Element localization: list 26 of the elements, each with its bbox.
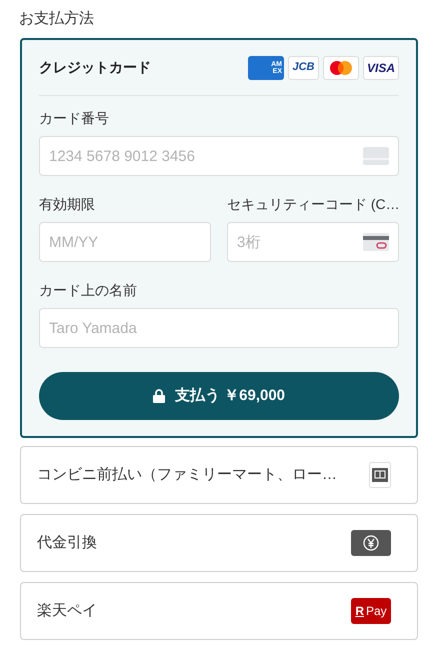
jcb-logo: JCB <box>288 56 319 80</box>
input-field[interactable]: 3桁 <box>227 222 399 262</box>
input-field[interactable]: Taro Yamada <box>39 308 399 348</box>
card-icon <box>363 147 389 165</box>
mastercard-logo <box>323 56 359 80</box>
input-field[interactable]: MM/YY <box>39 222 211 262</box>
field-label: セキュリティーコード (C… <box>227 195 399 214</box>
store-icon <box>369 462 391 488</box>
field-label: 有効期限 <box>39 195 96 214</box>
payment-option[interactable]: コンビニ前払い（ファミリーマート、ロー… <box>20 446 418 504</box>
option-title: クレジットカード <box>39 58 152 77</box>
field-label: カード番号 <box>39 109 110 128</box>
yen-icon <box>351 530 391 556</box>
section-title: お支払方法 <box>19 9 95 29</box>
option-label: コンビニ前払い（ファミリーマート、ロー… <box>37 464 338 485</box>
payment-option[interactable]: 代金引換 <box>20 514 418 572</box>
option-label: 代金引換 <box>37 532 98 553</box>
field-label: カード上の名前 <box>39 281 138 300</box>
card-back-icon <box>363 233 389 251</box>
payment-option[interactable]: 楽天ペイ R Pay <box>20 582 418 640</box>
pay-button[interactable]: 支払う ￥69,000 <box>39 372 399 420</box>
visa-logo: VISA <box>363 56 399 80</box>
input-field[interactable]: 1234 5678 9012 3456 <box>39 136 399 176</box>
rakuten-pay-logo: R Pay <box>351 598 391 624</box>
option-label: 楽天ペイ <box>37 600 98 621</box>
lock-icon <box>152 389 165 403</box>
